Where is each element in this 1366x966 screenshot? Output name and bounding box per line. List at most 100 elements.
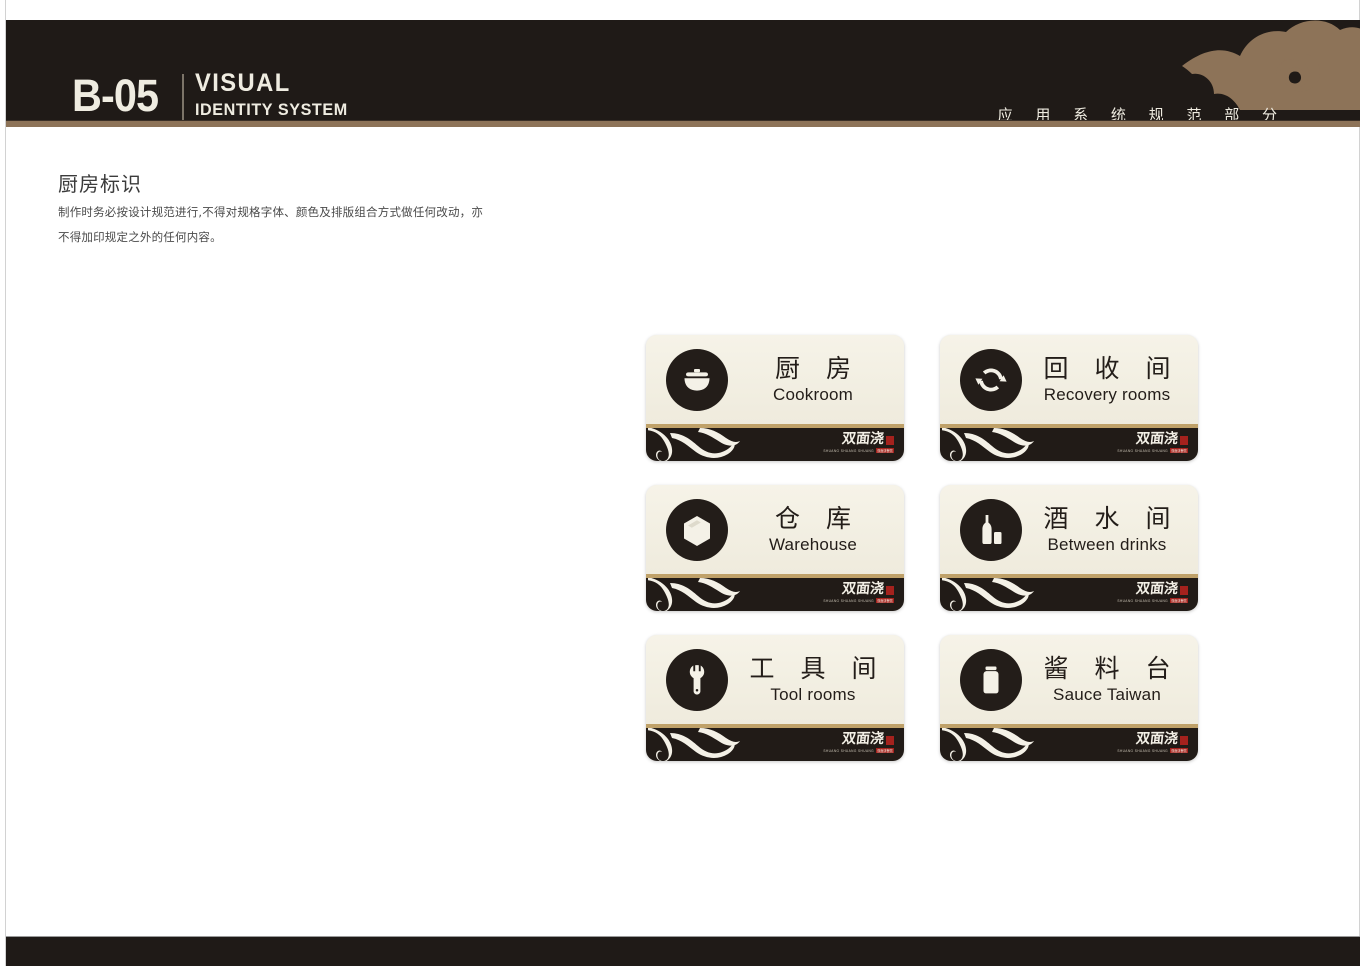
sign-top-cookroom: 厨 房 Cookroom [646, 335, 904, 424]
sign-label-en: Cookroom [772, 385, 854, 404]
brand-mark: 双面浇 [820, 731, 894, 747]
sign-plate-between-drinks: 酒 水 间 Between drinks 双面浇 SHUANG SHUANG S… [940, 485, 1198, 611]
sign-plate-warehouse: 仓 库 Warehouse 双面浇 SHUANG SHUANG SHUANG 双… [646, 485, 904, 611]
sign-bottom-band: 双面浇 SHUANG SHUANG SHUANG 双面浇餐饮 [646, 728, 904, 761]
page-description-line2: 不得加印规定之外的任何内容。 [58, 230, 222, 244]
brand-pinyin: SHUANG SHUANG SHUANG [1117, 748, 1169, 753]
brand-seal-icon [886, 586, 894, 595]
sign-top-sauce-taiwan: 酱 料 台 Sauce Taiwan [940, 635, 1198, 724]
sign-label-cn: 回 收 间 [1043, 354, 1180, 383]
page-title: 厨房标识 [58, 172, 142, 196]
bottle-icon [960, 498, 1022, 561]
sign-plate-sauce-taiwan: 酱 料 台 Sauce Taiwan 双面浇 SHUANG SHUANG SHU… [940, 635, 1198, 761]
brand-logo: 双面浇 SHUANG SHUANG SHUANG 双面浇餐饮 [1114, 431, 1188, 458]
cloud-wave-ornament-icon [942, 728, 1034, 761]
pot-icon [666, 348, 728, 411]
brand-tag: 双面浇餐饮 [1170, 448, 1188, 453]
brand-name-cn: 双面浇 [1135, 581, 1179, 597]
sign-bottom-band: 双面浇 SHUANG SHUANG SHUANG 双面浇餐饮 [940, 578, 1198, 611]
sign-text-cookroom: 厨 房 Cookroom [728, 354, 904, 405]
sign-text-between-drinks: 酒 水 间 Between drinks [1022, 504, 1198, 555]
sign-label-en: Sauce Taiwan [1053, 685, 1161, 704]
brand-pinyin: SHUANG SHUANG SHUANG [1117, 598, 1169, 603]
brand-subline: SHUANG SHUANG SHUANG 双面浇餐饮 [820, 598, 894, 603]
page-code: B-05 [72, 70, 159, 120]
brand-tag: 双面浇餐饮 [1170, 748, 1188, 753]
cloud-wave-ornament-icon [648, 428, 740, 461]
brand-seal-icon [1180, 736, 1188, 745]
sign-text-recovery-rooms: 回 收 间 Recovery rooms [1022, 354, 1198, 405]
wrench-icon [666, 648, 728, 711]
cloud-wave-ornament-icon [648, 728, 740, 761]
brand-mark: 双面浇 [820, 431, 894, 447]
system-title-line2: IDENTITY SYSTEM [194, 100, 348, 119]
brand-subline: SHUANG SHUANG SHUANG 双面浇餐饮 [820, 448, 894, 453]
brand-name-cn: 双面浇 [1135, 731, 1179, 747]
brand-logo: 双面浇 SHUANG SHUANG SHUANG 双面浇餐饮 [820, 731, 894, 758]
sign-top-between-drinks: 酒 水 间 Between drinks [940, 485, 1198, 574]
brand-logo: 双面浇 SHUANG SHUANG SHUANG 双面浇餐饮 [820, 581, 894, 608]
sign-label-en: Between drinks [1047, 535, 1167, 554]
brand-subline: SHUANG SHUANG SHUANG 双面浇餐饮 [820, 748, 894, 753]
brand-logo: 双面浇 SHUANG SHUANG SHUANG 双面浇餐饮 [1114, 581, 1188, 608]
sign-label-cn: 厨 房 [775, 354, 860, 383]
sign-text-warehouse: 仓 库 Warehouse [728, 504, 904, 555]
sign-label-en: Warehouse [768, 535, 858, 554]
box-icon [666, 498, 728, 561]
brand-subline: SHUANG SHUANG SHUANG 双面浇餐饮 [1114, 748, 1188, 753]
brand-mark: 双面浇 [820, 581, 894, 597]
sign-plate-recovery-rooms: 回 收 间 Recovery rooms 双面浇 SHUANG SHUANG S… [940, 335, 1198, 461]
sign-label-cn: 工 具 间 [749, 654, 886, 683]
brand-subline: SHUANG SHUANG SHUANG 双面浇餐饮 [1114, 598, 1188, 603]
sign-text-tool-rooms: 工 具 间 Tool rooms [728, 654, 904, 705]
page-description: 制作时务必按设计规范进行,不得对规格字体、颜色及排版组合方式做任何改动，亦 不得… [58, 200, 488, 250]
brand-seal-icon [886, 736, 894, 745]
page-footer [6, 936, 1360, 966]
jar-icon [960, 648, 1022, 711]
sign-plate-tool-rooms: 工 具 间 Tool rooms 双面浇 SHUANG SHUANG SHUAN… [646, 635, 904, 761]
brand-logo: 双面浇 SHUANG SHUANG SHUANG 双面浇餐饮 [1114, 731, 1188, 758]
header-section-label: 应 用 系 统 规 范 部 分 [997, 106, 1286, 120]
brand-seal-icon [886, 436, 894, 445]
code-divider [181, 74, 184, 120]
brand-name-cn: 双面浇 [841, 581, 885, 597]
brand-pinyin: SHUANG SHUANG SHUANG [823, 598, 875, 603]
cloud-wave-ornament-icon [942, 578, 1034, 611]
sign-bottom-band: 双面浇 SHUANG SHUANG SHUANG 双面浇餐饮 [646, 578, 904, 611]
brand-tag: 双面浇餐饮 [876, 598, 894, 603]
cloud-wave-ornament-icon [942, 428, 1034, 461]
brand-seal-icon [1180, 436, 1188, 445]
system-title-line1: VISUAL [194, 69, 291, 97]
brand-tag: 双面浇餐饮 [876, 448, 894, 453]
brand-tag: 双面浇餐饮 [1170, 598, 1188, 603]
sign-label-cn: 酒 水 间 [1043, 504, 1180, 533]
brand-subline: SHUANG SHUANG SHUANG 双面浇餐饮 [1114, 448, 1188, 453]
recycle-icon [960, 348, 1022, 411]
sign-top-warehouse: 仓 库 Warehouse [646, 485, 904, 574]
sign-label-en: Recovery rooms [1043, 385, 1171, 404]
brand-pinyin: SHUANG SHUANG SHUANG [823, 748, 875, 753]
brand-seal-icon [1180, 586, 1188, 595]
brand-mark: 双面浇 [1114, 581, 1188, 597]
sign-top-recovery-rooms: 回 收 间 Recovery rooms [940, 335, 1198, 424]
brand-pinyin: SHUANG SHUANG SHUANG [1117, 448, 1169, 453]
page-header: B-05 VISUAL IDENTITY SYSTEM 应 用 系 统 规 范 … [6, 20, 1360, 120]
brand-name-cn: 双面浇 [841, 731, 885, 747]
sign-label-cn: 酱 料 台 [1043, 654, 1180, 683]
sign-top-tool-rooms: 工 具 间 Tool rooms [646, 635, 904, 724]
sign-label-en: Tool rooms [770, 685, 856, 704]
brand-tag: 双面浇餐饮 [876, 748, 894, 753]
sign-text-sauce-taiwan: 酱 料 台 Sauce Taiwan [1022, 654, 1198, 705]
brand-name-cn: 双面浇 [1135, 431, 1179, 447]
brand-mark: 双面浇 [1114, 431, 1188, 447]
header-gold-rule [6, 120, 1360, 127]
brand-name-cn: 双面浇 [841, 431, 885, 447]
cloud-wave-ornament-icon [648, 578, 740, 611]
brand-pinyin: SHUANG SHUANG SHUANG [823, 448, 875, 453]
brand-mark: 双面浇 [1114, 731, 1188, 747]
page-description-line1: 制作时务必按设计规范进行,不得对规格字体、颜色及排版组合方式做任何改动，亦 [58, 205, 484, 219]
brand-logo: 双面浇 SHUANG SHUANG SHUANG 双面浇餐饮 [820, 431, 894, 458]
kitchen-sign-grid: 厨 房 Cookroom 双面浇 SHUANG SHUANG SHUANG 双面… [646, 335, 1202, 761]
sign-bottom-band: 双面浇 SHUANG SHUANG SHUANG 双面浇餐饮 [940, 728, 1198, 761]
sign-bottom-band: 双面浇 SHUANG SHUANG SHUANG 双面浇餐饮 [940, 428, 1198, 461]
